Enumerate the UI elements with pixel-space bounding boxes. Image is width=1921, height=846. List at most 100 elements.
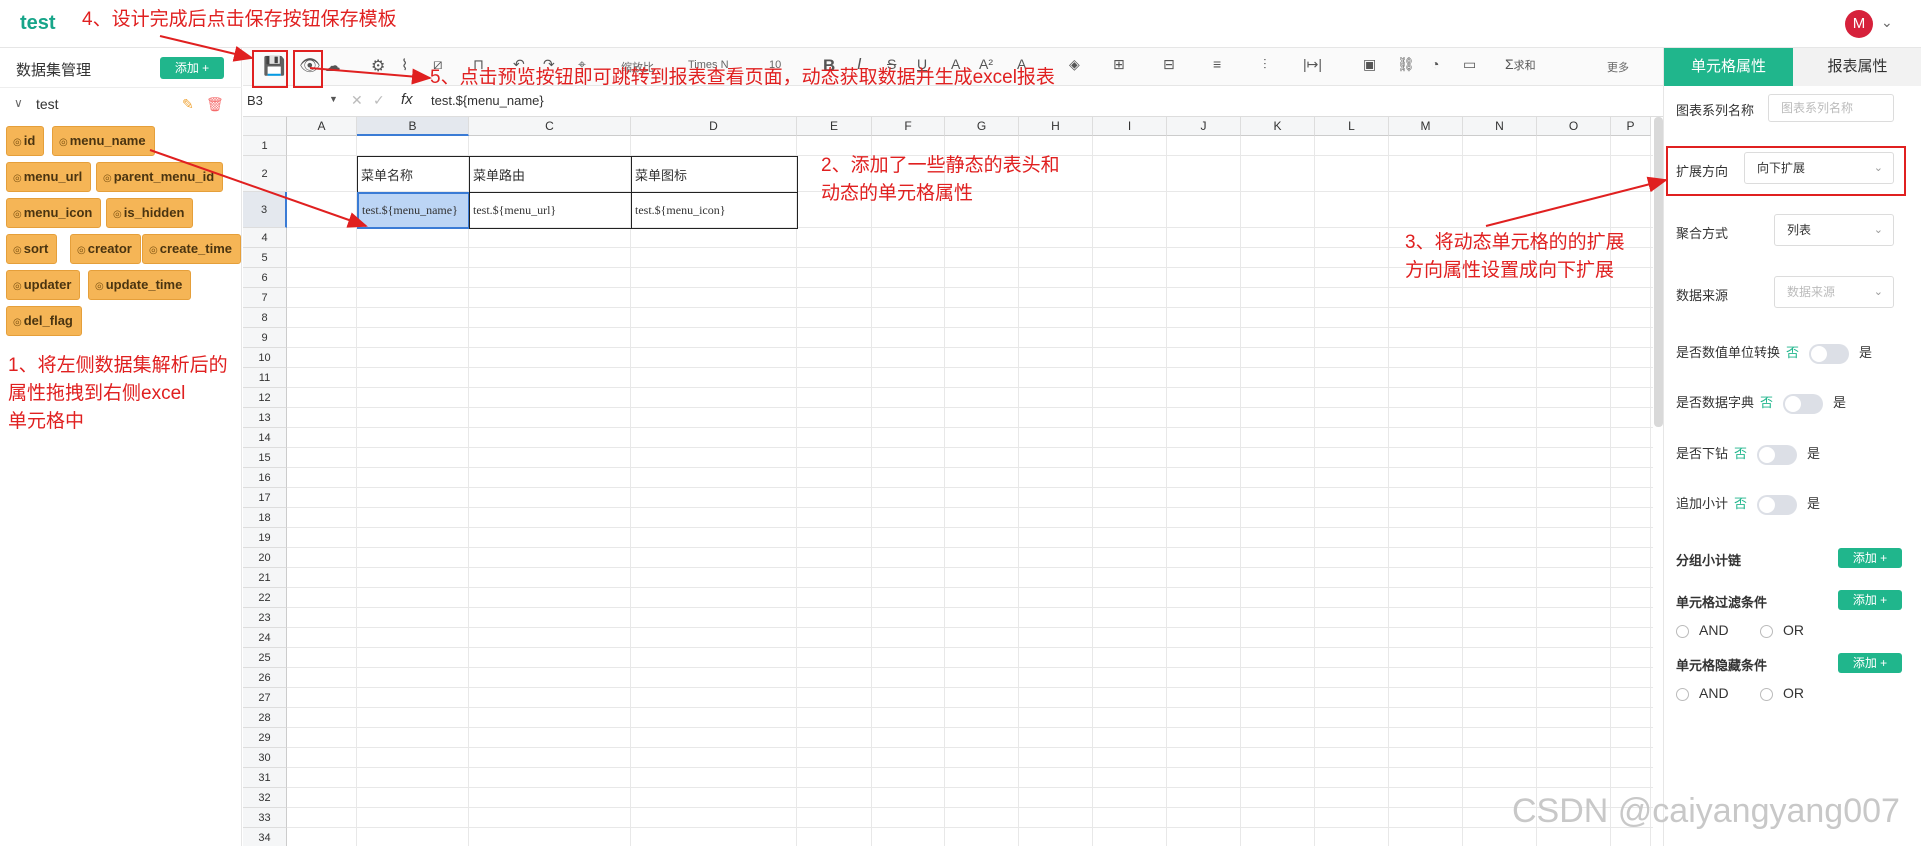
chevron-down-icon[interactable]: ⌄ bbox=[1881, 14, 1893, 31]
tab-cell-properties[interactable]: 单元格属性 bbox=[1664, 48, 1793, 86]
row-header-20[interactable]: 20 bbox=[243, 548, 287, 568]
upload-cloud-icon[interactable]: ☁ bbox=[325, 56, 341, 76]
dictionary-switch[interactable] bbox=[1783, 393, 1824, 414]
row-header-7[interactable]: 7 bbox=[243, 288, 287, 308]
cell-d3[interactable]: test.${menu_icon} bbox=[631, 192, 798, 229]
field-chip-id[interactable]: ◎ id bbox=[6, 126, 45, 156]
attachment-icon[interactable]: ⌇ bbox=[401, 56, 408, 74]
hide-or-radio[interactable]: OR bbox=[1760, 685, 1804, 701]
row-header-29[interactable]: 29 bbox=[243, 728, 287, 748]
field-chip-creator[interactable]: ◎ creator bbox=[70, 234, 141, 264]
user-avatar[interactable]: M bbox=[1845, 10, 1873, 38]
column-header-c[interactable]: C bbox=[469, 117, 631, 136]
image-icon[interactable]: ▣ bbox=[1363, 56, 1376, 73]
aggregation-select[interactable]: 列表 ⌄ bbox=[1774, 214, 1894, 246]
row-header-27[interactable]: 27 bbox=[243, 688, 287, 708]
merge-cells-icon[interactable]: ⊟ bbox=[1163, 56, 1175, 73]
drilldown-switch[interactable] bbox=[1757, 444, 1798, 465]
row-header-10[interactable]: 10 bbox=[243, 348, 287, 368]
field-chip-parent-menu-id[interactable]: ◎ parent_menu_id bbox=[96, 162, 224, 192]
column-header-m[interactable]: M bbox=[1389, 117, 1463, 136]
corner-cell[interactable] bbox=[243, 117, 287, 136]
sum-icon[interactable]: Σ求和 bbox=[1505, 56, 1536, 73]
row-header-9[interactable]: 9 bbox=[243, 328, 287, 348]
row-header-23[interactable]: 23 bbox=[243, 608, 287, 628]
column-header-g[interactable]: G bbox=[945, 117, 1019, 136]
column-header-b[interactable]: B bbox=[357, 117, 469, 136]
row-header-15[interactable]: 15 bbox=[243, 448, 287, 468]
field-chip-sort[interactable]: ◎ sort bbox=[6, 234, 58, 264]
row-header-2[interactable]: 2 bbox=[243, 156, 287, 192]
column-header-n[interactable]: N bbox=[1463, 117, 1537, 136]
column-header-e[interactable]: E bbox=[797, 117, 872, 136]
row-header-19[interactable]: 19 bbox=[243, 528, 287, 548]
cancel-icon[interactable]: ✕ bbox=[351, 92, 363, 109]
cell-b3[interactable]: test.${menu_name} bbox=[357, 192, 470, 229]
column-header-j[interactable]: J bbox=[1167, 117, 1241, 136]
chevron-down-icon[interactable]: ∨ bbox=[14, 96, 23, 110]
row-header-34[interactable]: 34 bbox=[243, 828, 287, 846]
subtotal-switch[interactable] bbox=[1757, 494, 1798, 515]
unit-convert-switch[interactable] bbox=[1809, 343, 1850, 364]
row-header-1[interactable]: 1 bbox=[243, 136, 287, 156]
column-header-a[interactable]: A bbox=[287, 117, 357, 136]
confirm-icon[interactable]: ✓ bbox=[373, 92, 385, 109]
column-header-l[interactable]: L bbox=[1315, 117, 1389, 136]
column-header-f[interactable]: F bbox=[872, 117, 945, 136]
row-header-30[interactable]: 30 bbox=[243, 748, 287, 768]
row-header-18[interactable]: 18 bbox=[243, 508, 287, 528]
row-header-22[interactable]: 22 bbox=[243, 588, 287, 608]
field-chip-del-flag[interactable]: ◎ del_flag bbox=[6, 306, 82, 336]
paint-bucket-icon[interactable]: ◈ bbox=[1069, 56, 1080, 73]
field-chip-is-hidden[interactable]: ◎ is_hidden bbox=[106, 198, 194, 228]
hide-and-radio[interactable]: AND bbox=[1676, 685, 1729, 701]
field-chip-menu-url[interactable]: ◎ menu_url bbox=[6, 162, 92, 192]
spreadsheet-grid[interactable]: A B C D E F G H I J K L M N O P 1 2 3 4 5 6 7 8 9 10 11 12 13 14 15 16 1… bbox=[243, 117, 1653, 846]
row-header-33[interactable]: 33 bbox=[243, 808, 287, 828]
row-header-26[interactable]: 26 bbox=[243, 668, 287, 688]
cell-reference[interactable]: B3 bbox=[247, 93, 263, 108]
add-filter-button[interactable]: 添加 + bbox=[1838, 590, 1902, 610]
text-wrap-icon[interactable]: |↦| bbox=[1303, 56, 1322, 73]
row-header-31[interactable]: 31 bbox=[243, 768, 287, 788]
row-header-28[interactable]: 28 bbox=[243, 708, 287, 728]
row-header-8[interactable]: 8 bbox=[243, 308, 287, 328]
field-chip-updater[interactable]: ◎ updater bbox=[6, 270, 81, 300]
dataset-tree-item[interactable]: ∨ test ✎ 🗑 bbox=[0, 92, 242, 118]
cell-c3[interactable]: test.${menu_url} bbox=[469, 192, 632, 229]
align-left-icon[interactable]: ≡ bbox=[1213, 56, 1221, 72]
filter-or-radio[interactable]: OR bbox=[1760, 622, 1804, 638]
vertical-scrollbar[interactable] bbox=[1654, 117, 1663, 427]
cell-c2[interactable]: 菜单路由 bbox=[469, 156, 632, 193]
column-header-d[interactable]: D bbox=[631, 117, 797, 136]
field-chip-menu-icon[interactable]: ◎ menu_icon bbox=[6, 198, 102, 228]
row-header-4[interactable]: 4 bbox=[243, 228, 287, 248]
chevron-down-icon[interactable]: ▼ bbox=[329, 94, 338, 104]
add-group-subtotal-button[interactable]: 添加 + bbox=[1838, 548, 1902, 568]
tab-report-properties[interactable]: 报表属性 bbox=[1793, 48, 1921, 86]
column-header-i[interactable]: I bbox=[1093, 117, 1167, 136]
row-header-5[interactable]: 5 bbox=[243, 248, 287, 268]
border-icon[interactable]: ⊞ bbox=[1113, 56, 1125, 73]
row-header-13[interactable]: 13 bbox=[243, 408, 287, 428]
more-button[interactable]: 更多 bbox=[1607, 59, 1629, 75]
add-hide-condition-button[interactable]: 添加 + bbox=[1838, 653, 1902, 673]
comment-icon[interactable]: ▭ bbox=[1463, 56, 1476, 73]
row-header-6[interactable]: 6 bbox=[243, 268, 287, 288]
row-header-16[interactable]: 16 bbox=[243, 468, 287, 488]
field-chip-update-time[interactable]: ◎ update_time bbox=[88, 270, 192, 300]
row-header-14[interactable]: 14 bbox=[243, 428, 287, 448]
delete-icon[interactable]: 🗑 bbox=[206, 96, 224, 113]
column-header-k[interactable]: K bbox=[1241, 117, 1315, 136]
field-chip-create-time[interactable]: ◎ create_time bbox=[142, 234, 242, 264]
field-chip-menu-name[interactable]: ◎ menu_name bbox=[52, 126, 155, 156]
chart-icon[interactable]: ◔ bbox=[1431, 56, 1439, 72]
link-icon[interactable]: ⛓ bbox=[1397, 56, 1415, 73]
row-header-24[interactable]: 24 bbox=[243, 628, 287, 648]
filter-and-radio[interactable]: AND bbox=[1676, 622, 1729, 638]
cell-b2[interactable]: 菜单名称 bbox=[357, 156, 470, 193]
row-header-21[interactable]: 21 bbox=[243, 568, 287, 588]
row-header-32[interactable]: 32 bbox=[243, 788, 287, 808]
add-dataset-button[interactable]: 添加 + bbox=[160, 57, 224, 79]
cell-d2[interactable]: 菜单图标 bbox=[631, 156, 798, 193]
